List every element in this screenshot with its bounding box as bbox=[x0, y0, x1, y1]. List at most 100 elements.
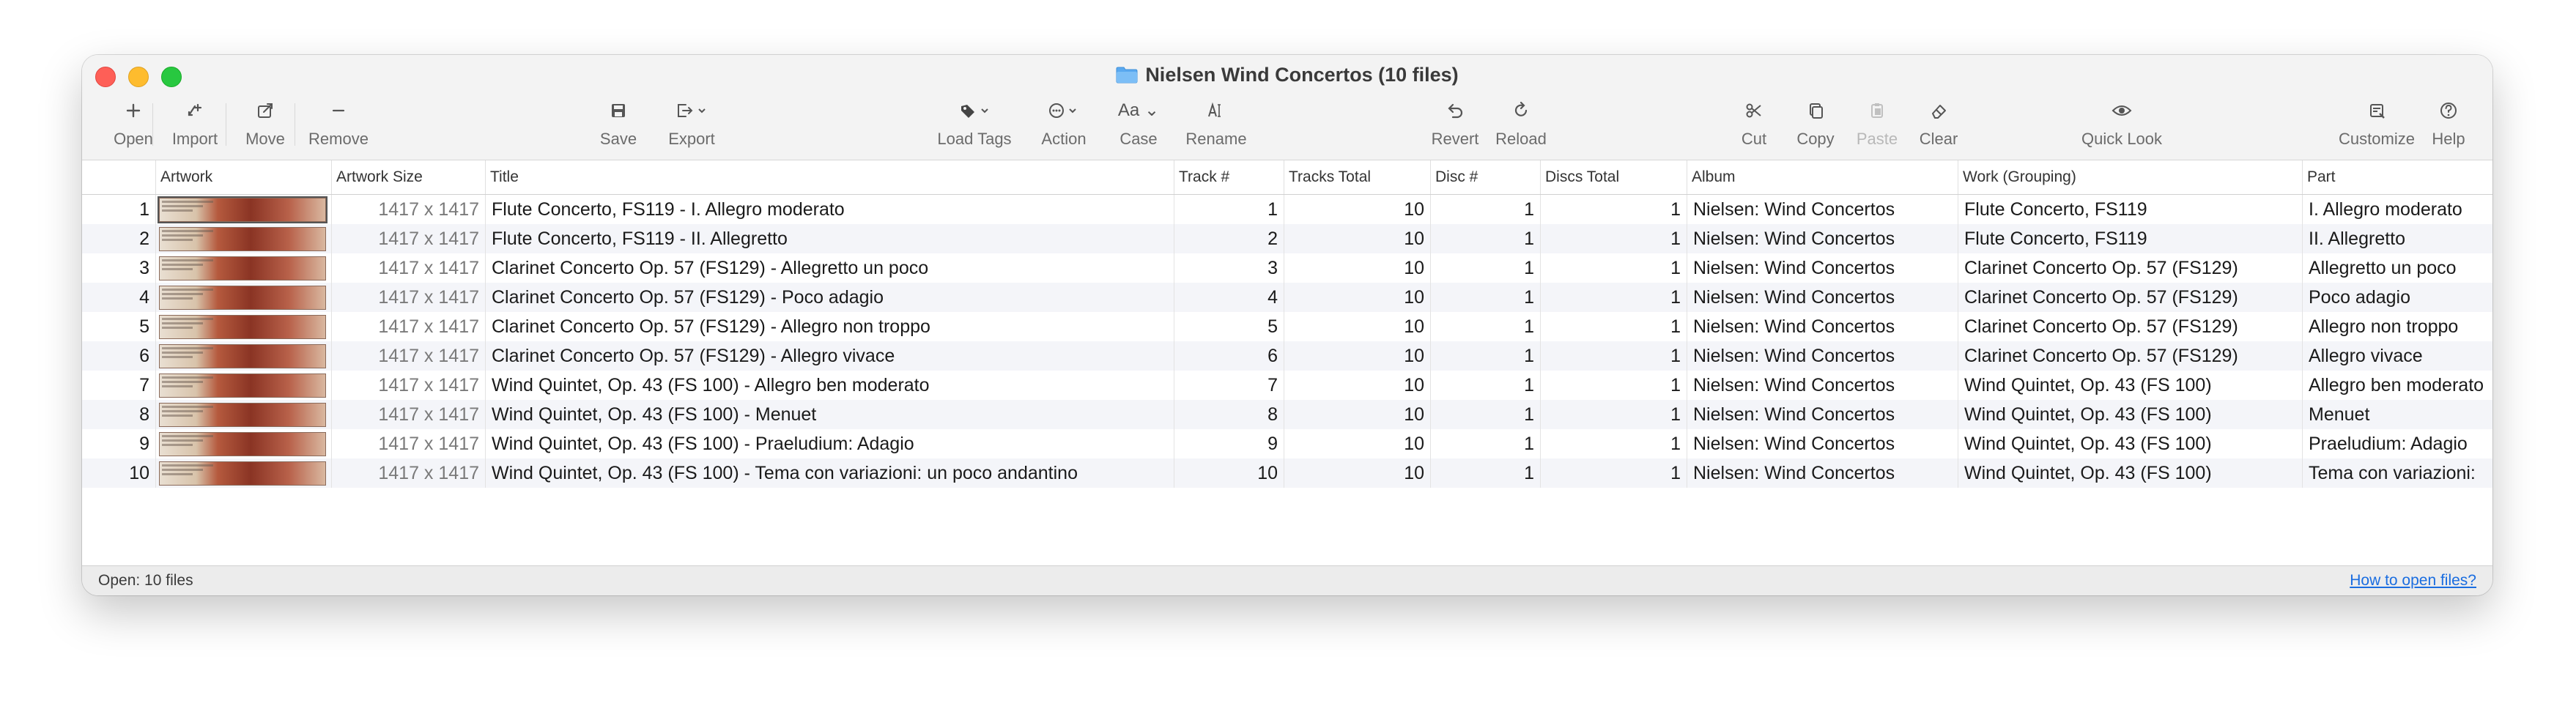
artwork-thumbnail bbox=[159, 403, 326, 427]
table-row[interactable]: 9 1417 x 1417 Wind Quintet, Op. 43 (FS 100… bbox=[82, 429, 2492, 458]
tracks-total-cell: 10 bbox=[1284, 400, 1430, 429]
header-disc[interactable]: Disc # bbox=[1430, 160, 1540, 194]
title-cell: Clarinet Concerto Op. 57 (FS129) - Alleg… bbox=[485, 253, 1174, 283]
header-artwork[interactable]: Artwork bbox=[155, 160, 331, 194]
row-number: 9 bbox=[139, 434, 149, 454]
tracks-total-cell: 10 bbox=[1284, 312, 1430, 341]
artwork-size-cell: 1417 x 1417 bbox=[331, 224, 485, 253]
how-to-open-link[interactable]: How to open files? bbox=[2350, 572, 2476, 590]
discs-total-cell: 1 bbox=[1540, 195, 1687, 224]
artwork-cell[interactable] bbox=[155, 224, 331, 253]
album-cell: Nielsen: Wind Concertos bbox=[1687, 429, 1958, 458]
row-number: 2 bbox=[139, 228, 149, 249]
album-cell: Nielsen: Wind Concertos bbox=[1687, 253, 1958, 283]
artwork-size-cell: 1417 x 1417 bbox=[331, 458, 485, 488]
table-row[interactable]: 2 1417 x 1417 Flute Concerto, FS119 - II. … bbox=[82, 224, 2492, 253]
work-cell: Clarinet Concerto Op. 57 (FS129) bbox=[1958, 341, 2302, 371]
header-title[interactable]: Title bbox=[485, 160, 1174, 194]
disc-cell: 1 bbox=[1430, 195, 1540, 224]
discs-total-cell: 1 bbox=[1540, 371, 1687, 400]
header-discs-total[interactable]: Discs Total bbox=[1540, 160, 1687, 194]
case-button[interactable]: Aa ⌄ Case bbox=[1095, 96, 1182, 149]
work-cell: Clarinet Concerto Op. 57 (FS129) bbox=[1958, 253, 2302, 283]
artwork-size-cell: 1417 x 1417 bbox=[331, 371, 485, 400]
app-window: Nielsen Wind Concertos (10 files) Open I… bbox=[82, 55, 2492, 595]
artwork-size-cell: 1417 x 1417 bbox=[331, 400, 485, 429]
table-row[interactable]: 7 1417 x 1417 Wind Quintet, Op. 43 (FS 100… bbox=[82, 371, 2492, 400]
artwork-thumbnail bbox=[159, 374, 326, 398]
work-cell: Wind Quintet, Op. 43 (FS 100) bbox=[1958, 400, 2302, 429]
artwork-cell[interactable] bbox=[155, 341, 331, 371]
quick-look-button[interactable]: Quick Look bbox=[2063, 96, 2180, 149]
rename-icon bbox=[1172, 96, 1260, 125]
artwork-size-cell: 1417 x 1417 bbox=[331, 253, 485, 283]
album-cell: Nielsen: Wind Concertos bbox=[1687, 400, 1958, 429]
artwork-cell[interactable] bbox=[155, 400, 331, 429]
artwork-thumbnail bbox=[159, 227, 326, 251]
header-track[interactable]: Track # bbox=[1174, 160, 1284, 194]
row-number: 3 bbox=[139, 258, 149, 278]
table-row[interactable]: 6 1417 x 1417 Clarinet Concerto Op. 57 (FS… bbox=[82, 341, 2492, 371]
table-row[interactable]: 4 1417 x 1417 Clarinet Concerto Op. 57 (FS… bbox=[82, 283, 2492, 312]
artwork-size-cell: 1417 x 1417 bbox=[331, 341, 485, 371]
disc-cell: 1 bbox=[1430, 429, 1540, 458]
title-cell: Wind Quintet, Op. 43 (FS 100) - Allegro … bbox=[485, 371, 1174, 400]
table-header: Artwork Artwork Size Title Track # Track… bbox=[82, 160, 2492, 195]
work-cell: Wind Quintet, Op. 43 (FS 100) bbox=[1958, 458, 2302, 488]
header-tracks-total[interactable]: Tracks Total bbox=[1284, 160, 1430, 194]
track-cell: 4 bbox=[1174, 283, 1284, 312]
disc-cell: 1 bbox=[1430, 224, 1540, 253]
header-album[interactable]: Album bbox=[1687, 160, 1958, 194]
table-row[interactable]: 10 1417 x 1417 Wind Quintet, Op. 43 (FS 10… bbox=[82, 458, 2492, 488]
clear-button[interactable]: Clear bbox=[1895, 96, 1983, 149]
row-number: 6 bbox=[139, 346, 149, 366]
part-cell: Allegro vivace bbox=[2302, 341, 2492, 371]
artwork-thumbnail bbox=[159, 344, 326, 368]
rename-button[interactable]: Rename bbox=[1172, 96, 1260, 149]
artwork-thumbnail bbox=[159, 286, 326, 310]
tracks-total-cell: 10 bbox=[1284, 224, 1430, 253]
header-part[interactable]: Part bbox=[2302, 160, 2492, 194]
tracks-total-cell: 10 bbox=[1284, 253, 1430, 283]
help-button[interactable]: Help bbox=[2412, 96, 2485, 149]
reload-icon bbox=[1477, 96, 1565, 125]
export-button[interactable]: Export bbox=[648, 96, 736, 149]
table-row[interactable]: 3 1417 x 1417 Clarinet Concerto Op. 57 (FS… bbox=[82, 253, 2492, 283]
table-row[interactable]: 1 1417 x 1417 Flute Concerto, FS119 - I. A… bbox=[82, 195, 2492, 224]
part-cell: Allegretto un poco bbox=[2302, 253, 2492, 283]
track-cell: 1 bbox=[1174, 195, 1284, 224]
artwork-cell[interactable] bbox=[155, 253, 331, 283]
part-cell: Poco adagio bbox=[2302, 283, 2492, 312]
track-cell: 8 bbox=[1174, 400, 1284, 429]
remove-button[interactable]: Remove bbox=[295, 96, 382, 149]
row-number: 5 bbox=[139, 316, 149, 337]
table-row[interactable]: 8 1417 x 1417 Wind Quintet, Op. 43 (FS 100… bbox=[82, 400, 2492, 429]
artwork-cell[interactable] bbox=[155, 429, 331, 458]
discs-total-cell: 1 bbox=[1540, 400, 1687, 429]
header-work-grouping[interactable]: Work (Grouping) bbox=[1958, 160, 2302, 194]
artwork-thumbnail bbox=[158, 196, 327, 223]
reload-button[interactable]: Reload bbox=[1477, 96, 1565, 149]
folder-icon bbox=[1116, 67, 1138, 83]
tracks-total-cell: 10 bbox=[1284, 371, 1430, 400]
status-text: Open: 10 files bbox=[98, 572, 193, 589]
header-row-number[interactable] bbox=[82, 160, 155, 194]
minus-icon bbox=[295, 96, 382, 125]
window-title-text: Nielsen Wind Concertos (10 files) bbox=[1145, 64, 1459, 86]
part-cell: Menuet bbox=[2302, 400, 2492, 429]
artwork-cell[interactable] bbox=[155, 195, 331, 224]
artwork-cell[interactable] bbox=[155, 312, 331, 341]
album-cell: Nielsen: Wind Concertos bbox=[1687, 195, 1958, 224]
table-row[interactable]: 5 1417 x 1417 Clarinet Concerto Op. 57 (FS… bbox=[82, 312, 2492, 341]
header-artwork-size[interactable]: Artwork Size bbox=[331, 160, 485, 194]
row-number: 10 bbox=[129, 463, 149, 483]
load-tags-button[interactable]: Load Tags bbox=[930, 96, 1018, 149]
artwork-cell[interactable] bbox=[155, 458, 331, 488]
title-cell: Flute Concerto, FS119 - I. Allegro moder… bbox=[485, 195, 1174, 224]
discs-total-cell: 1 bbox=[1540, 458, 1687, 488]
artwork-cell[interactable] bbox=[155, 371, 331, 400]
work-cell: Flute Concerto, FS119 bbox=[1958, 224, 2302, 253]
artwork-cell[interactable] bbox=[155, 283, 331, 312]
part-cell: I. Allegro moderato bbox=[2302, 195, 2492, 224]
discs-total-cell: 1 bbox=[1540, 341, 1687, 371]
